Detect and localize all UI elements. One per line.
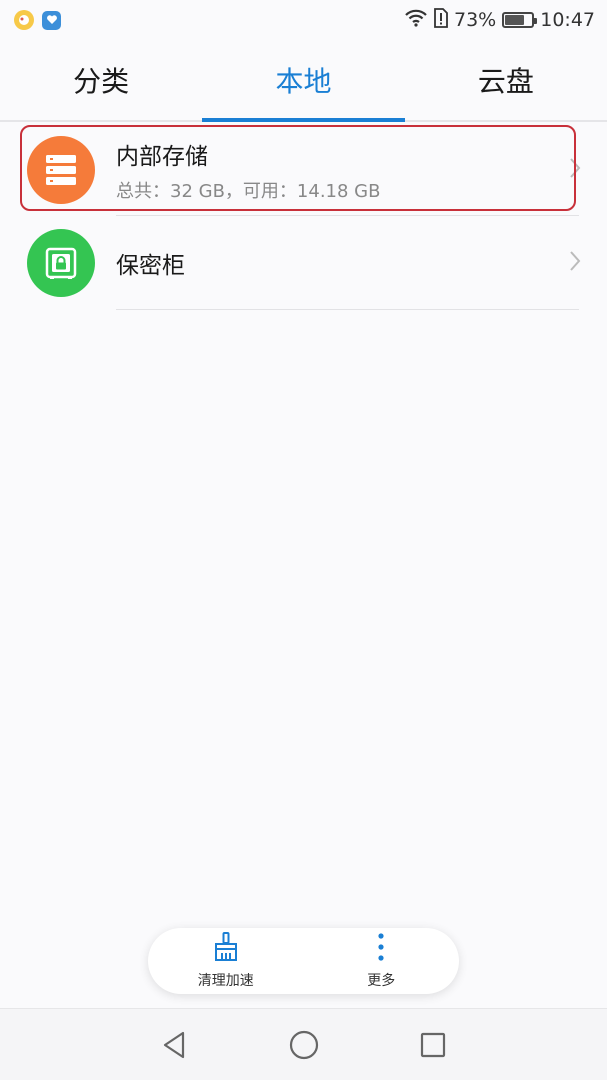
- item-text: 内部存储 总共：32 GB，可用：14.18 GB: [116, 137, 380, 203]
- back-button[interactable]: [155, 1025, 195, 1065]
- more-vertical-icon: [376, 932, 386, 966]
- item-title: 内部存储: [116, 144, 208, 170]
- recents-button[interactable]: [413, 1025, 453, 1065]
- broom-icon: [211, 932, 241, 966]
- more-button[interactable]: 更多: [304, 928, 460, 994]
- divider: [116, 309, 579, 310]
- item-title: 保密柜: [116, 253, 185, 279]
- status-bar: 73% 10:47: [0, 0, 607, 40]
- back-triangle-icon: [163, 1031, 184, 1058]
- list-item-safe[interactable]: 保密柜: [0, 216, 607, 310]
- storage-icon: [27, 136, 95, 204]
- chevron-right-icon: [569, 157, 581, 183]
- clean-speedup-button[interactable]: 清理加速: [148, 928, 304, 994]
- safe-icon: [27, 229, 95, 297]
- item-text: 保密柜: [116, 246, 185, 280]
- bottom-action-bar: 清理加速 更多: [148, 928, 459, 994]
- navigation-bar: [0, 1008, 607, 1080]
- sim-alert-icon: [434, 7, 448, 33]
- list-item-internal-storage[interactable]: 内部存储 总共：32 GB，可用：14.18 GB: [0, 124, 607, 216]
- tab-bar: 分类 本地 云盘: [0, 40, 607, 122]
- storage-list: 内部存储 总共：32 GB，可用：14.18 GB 保密柜: [0, 124, 607, 310]
- battery-icon: [502, 12, 538, 28]
- wifi-icon: [404, 9, 428, 32]
- item-subtitle: 总共：32 GB，可用：14.18 GB: [116, 181, 381, 202]
- tab-cloud[interactable]: 云盘: [405, 40, 607, 120]
- app-notification-icon: [14, 10, 34, 30]
- clock: 10:47: [540, 9, 595, 31]
- notification-icons: [14, 10, 61, 30]
- clean-speedup-label: 清理加速: [197, 973, 254, 989]
- chevron-right-icon: [569, 250, 581, 276]
- battery-percent: 73%: [454, 9, 497, 31]
- tab-local[interactable]: 本地: [202, 40, 405, 122]
- tab-category[interactable]: 分类: [0, 40, 202, 120]
- app-notification-icon-2: [42, 10, 61, 30]
- home-button[interactable]: [284, 1025, 324, 1065]
- recents-square-icon: [420, 1032, 445, 1057]
- battery-level: [505, 15, 525, 25]
- system-status: 73% 10:47: [404, 7, 595, 33]
- more-label: 更多: [367, 973, 396, 989]
- home-circle-icon: [289, 1030, 318, 1059]
